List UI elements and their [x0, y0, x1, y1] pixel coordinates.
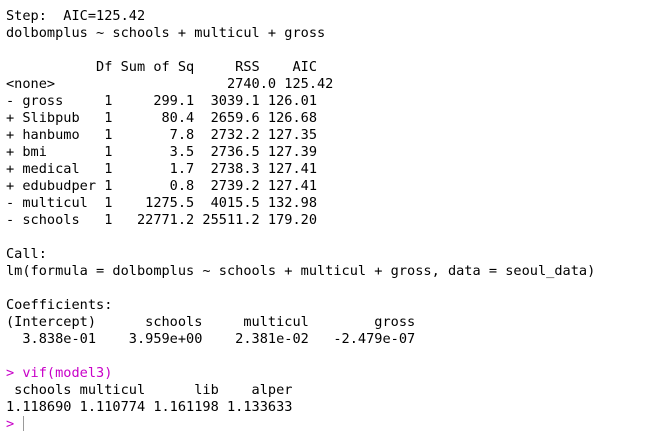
- step-table-row-gross: - gross 1 299.1 3039.1 126.01: [6, 93, 317, 109]
- call-formula-line: lm(formula = dolbomplus ~ schools + mult…: [6, 263, 596, 279]
- step-table-row-edubudper: + edubudper 1 0.8 2739.2 127.41: [6, 178, 317, 194]
- step-table-row-medical: + medical 1 1.7 2738.3 127.41: [6, 161, 317, 177]
- step-table-row-multicul: - multicul 1 1275.5 4015.5 132.98: [6, 195, 317, 211]
- r-console-output: Step: AIC=125.42 dolbomplus ~ schools + …: [6, 8, 656, 433]
- step-table-row-hanbumo: + hanbumo 1 7.8 2732.2 127.35: [6, 127, 317, 143]
- step-table-row-schools: - schools 1 22771.2 25511.2 179.20: [6, 212, 317, 228]
- prompt-spacer: [14, 416, 22, 432]
- console-input-line[interactable]: >: [6, 416, 656, 433]
- step-aic-line: Step: AIC=125.42: [6, 8, 146, 24]
- step-table-header: Df Sum of Sq RSS AIC: [6, 59, 317, 75]
- text-cursor: [23, 416, 25, 431]
- console-prompt: >: [6, 416, 15, 432]
- step-table-row-none: <none> 2740.0 125.42: [6, 76, 334, 92]
- step-table-row-bmi: + bmi 1 3.5 2736.5 127.39: [6, 144, 317, 160]
- coefficients-values-row: 3.838e-01 3.959e+00 2.381e-02 -2.479e-07: [6, 331, 432, 347]
- coefficients-heading: Coefficients:: [6, 297, 113, 313]
- coefficients-names-row: (Intercept) schools multicul gross: [6, 314, 432, 330]
- step-formula-line: dolbomplus ~ schools + multicul + gross: [6, 25, 326, 41]
- vif-command-line: > vif(model3): [6, 365, 113, 381]
- vif-values-row: 1.118690 1.110774 1.161198 1.133633: [6, 399, 301, 415]
- step-table-row-slibpub: + Slibpub 1 80.4 2659.6 126.68: [6, 110, 317, 126]
- vif-names-row: schools multicul lib alper: [6, 382, 301, 398]
- call-heading: Call:: [6, 246, 47, 262]
